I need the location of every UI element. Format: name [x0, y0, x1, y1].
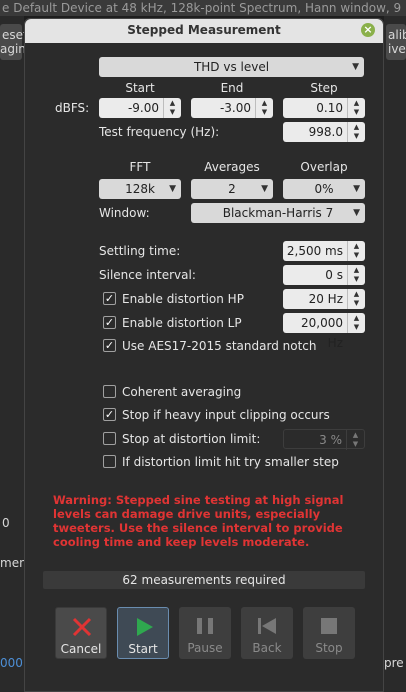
distortion-limit-value: 3 %	[319, 433, 342, 447]
background-pre-label: pre d	[384, 656, 406, 670]
background-left-panel	[0, 16, 24, 692]
close-icon[interactable]: ×	[361, 23, 375, 37]
background-value-label: 000	[0, 656, 23, 670]
pause-button[interactable]: Pause	[179, 607, 231, 659]
aes17-notch-checkbox[interactable]: ✓	[103, 339, 116, 352]
stop-clipping-label: Stop if heavy input clipping occurs	[122, 408, 330, 422]
settling-time-label: Settling time:	[99, 244, 181, 258]
back-button[interactable]: Back	[241, 607, 293, 659]
smaller-step-checkbox[interactable]	[103, 455, 116, 468]
cancel-x-icon	[56, 616, 106, 640]
background-window-title: e Default Device at 48 kHz, 128k-point S…	[0, 0, 406, 16]
fft-header: FFT	[129, 160, 151, 174]
stop-clipping-checkbox[interactable]: ✓	[103, 408, 116, 421]
spin-arrows-icon[interactable]: ▲ ▼	[347, 241, 365, 261]
start-button[interactable]: Start	[117, 607, 169, 659]
measurement-type-dropdown[interactable]: THD vs level ▼	[99, 57, 364, 77]
back-button-label: Back	[252, 641, 282, 655]
settling-time-field[interactable]: 2,500 ms ▲ ▼	[283, 241, 365, 261]
spin-arrows-icon[interactable]: ▲ ▼	[255, 98, 273, 118]
spin-arrows-icon[interactable]: ▲ ▼	[347, 98, 365, 118]
distortion-hp-value: 20 Hz	[308, 292, 343, 306]
overlap-header: Overlap	[300, 160, 348, 174]
aes17-notch-label: Use AES17-2015 standard notch	[122, 339, 317, 353]
cancel-button-label: Cancel	[60, 642, 102, 656]
background-ive-label: ive	[388, 42, 406, 56]
coherent-averaging-label: Coherent averaging	[122, 385, 242, 399]
start-button-label: Start	[128, 642, 158, 656]
overlap-value: 0%	[314, 182, 334, 196]
stop-icon	[303, 615, 355, 639]
test-frequency-value: 998.0	[308, 125, 343, 139]
spin-arrows-icon[interactable]: ▲ ▼	[163, 98, 181, 118]
skip-back-icon	[241, 615, 293, 639]
dialog-title: Stepped Measurement	[127, 23, 281, 37]
silence-interval-value: 0 s	[325, 268, 343, 282]
test-frequency-label: Test frequency (Hz):	[99, 125, 220, 139]
background-average-label: agin	[0, 42, 26, 56]
spin-arrows-icon[interactable]: ▲ ▼	[347, 313, 365, 333]
window-value: Blackman-Harris 7	[222, 206, 334, 220]
fft-size-value: 128k	[125, 182, 155, 196]
measurements-status: 62 measurements required	[43, 571, 365, 589]
distortion-limit-field[interactable]: 3 % ▲ ▼	[283, 429, 365, 450]
coherent-averaging-checkbox[interactable]	[103, 385, 116, 398]
silence-interval-field[interactable]: 0 s ▲ ▼	[283, 265, 365, 285]
stop-distortion-limit-checkbox[interactable]	[103, 432, 116, 445]
end-column-header: End	[220, 81, 244, 95]
distortion-lp-field[interactable]: 20,000 Hz ▲ ▼	[283, 313, 365, 350]
stop-button-label: Stop	[315, 641, 343, 655]
window-label: Window:	[99, 206, 150, 220]
averages-value: 2	[228, 182, 236, 196]
chevron-down-icon: ▼	[261, 184, 268, 194]
cancel-button[interactable]: Cancel	[55, 607, 107, 659]
fft-size-dropdown[interactable]: 128k ▼	[99, 179, 181, 199]
warning-text: Warning: Stepped sine testing at high si…	[53, 493, 344, 549]
end-level-field[interactable]: -3.00 ▲ ▼	[191, 98, 273, 118]
stop-distortion-limit-label: Stop at distortion limit:	[122, 432, 261, 446]
distortion-hp-checkbox[interactable]: ✓	[103, 292, 116, 305]
test-frequency-field[interactable]: 998.0 ▲ ▼	[283, 122, 365, 142]
background-calib-label: alib	[388, 28, 406, 42]
start-level-field[interactable]: -9.00 ▲ ▼	[99, 98, 181, 118]
chevron-down-icon: ▼	[353, 184, 360, 194]
window-dropdown[interactable]: Blackman-Harris 7 ▼	[191, 203, 365, 223]
background-right-panel	[384, 16, 406, 692]
chevron-down-icon: ▼	[353, 208, 360, 218]
step-column-header: Step	[310, 81, 338, 95]
smaller-step-label: If distortion limit hit try smaller step	[122, 455, 339, 469]
distortion-lp-label: Enable distortion LP	[122, 316, 242, 330]
pause-button-label: Pause	[187, 641, 223, 655]
distortion-hp-field[interactable]: 20 Hz ▲ ▼	[283, 289, 365, 309]
measurement-type-value: THD vs level	[193, 60, 270, 74]
averages-header: Averages	[204, 160, 260, 174]
dbfs-label: dBFS:	[55, 101, 90, 115]
spin-arrows-icon[interactable]: ▲ ▼	[346, 430, 364, 450]
end-level-value: -3.00	[219, 101, 251, 115]
start-column-header: Start	[125, 81, 155, 95]
averages-dropdown[interactable]: 2 ▼	[191, 179, 273, 199]
silence-interval-label: Silence interval:	[99, 268, 196, 282]
step-level-value: 0.10	[316, 101, 343, 115]
background-zero-label: 0	[2, 516, 10, 530]
chevron-down-icon: ▼	[169, 184, 176, 194]
chevron-down-icon: ▼	[352, 62, 359, 72]
step-level-field[interactable]: 0.10 ▲ ▼	[283, 98, 365, 118]
stepped-measurement-dialog: Stepped Measurement × THD vs level ▼ Sta…	[24, 18, 384, 692]
dialog-titlebar: Stepped Measurement ×	[25, 19, 383, 43]
overlap-dropdown[interactable]: 0% ▼	[283, 179, 365, 199]
spin-arrows-icon[interactable]: ▲ ▼	[347, 122, 365, 142]
distortion-lp-checkbox[interactable]: ✓	[103, 316, 116, 329]
spin-arrows-icon[interactable]: ▲ ▼	[347, 265, 365, 285]
pause-icon	[179, 615, 231, 639]
stop-button[interactable]: Stop	[303, 607, 355, 659]
start-level-value: -9.00	[127, 101, 159, 115]
settling-time-value: 2,500 ms	[286, 244, 343, 258]
distortion-hp-label: Enable distortion HP	[122, 292, 244, 306]
spin-arrows-icon[interactable]: ▲ ▼	[347, 289, 365, 309]
play-icon	[118, 616, 168, 640]
